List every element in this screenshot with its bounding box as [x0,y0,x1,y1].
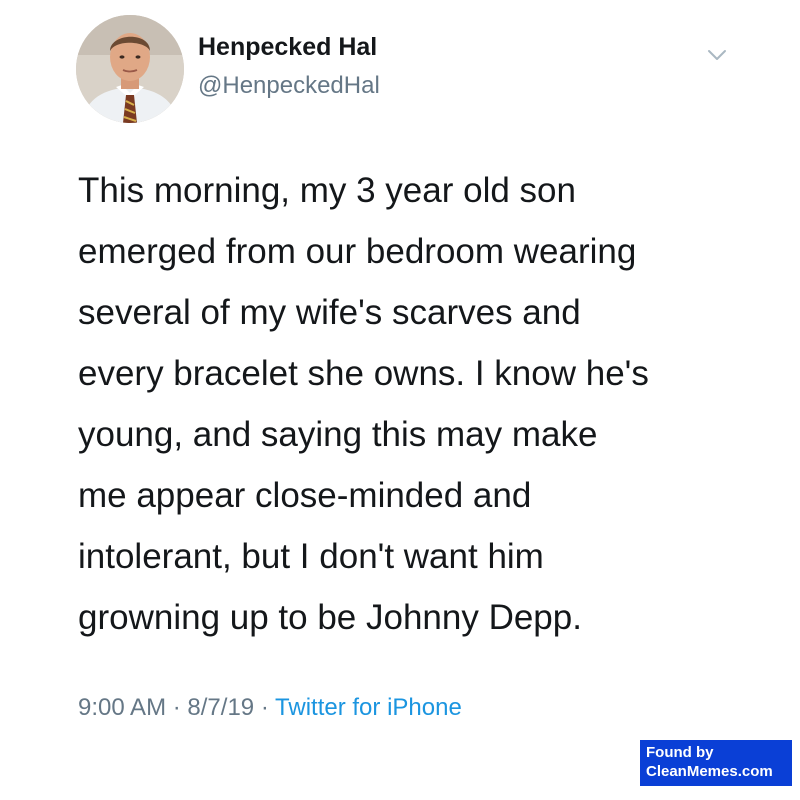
tweet-card: Henpecked Hal @HenpeckedHal This morning… [0,0,800,800]
watermark-line2: CleanMemes.com [646,763,773,780]
tweet-text-line: emerged from our bedroom wearing [78,232,637,271]
chevron-down-icon[interactable] [702,40,732,70]
meta-separator: · [172,694,181,721]
author-handle[interactable]: @HenpeckedHal [198,72,380,100]
tweet-text-line: young, and saying this may make [78,415,598,454]
meta-separator: · [260,694,269,721]
watermark-line1: Found by [646,744,714,761]
tweet-date[interactable]: 8/7/19 [187,694,254,721]
tweet-source-link[interactable]: Twitter for iPhone [275,694,462,721]
avatar-image [76,15,184,123]
tweet-text-line: This morning, my 3 year old son [78,171,576,210]
tweet-meta: 9:00 AM · 8/7/19 · Twitter for iPhone [78,694,462,722]
tweet-time[interactable]: 9:00 AM [78,694,166,721]
tweet-text-line: every bracelet she owns. I know he's [78,354,649,393]
tweet-text-line: several of my wife's scarves and [78,293,581,332]
tweet-text-line: growning up to be Johnny Depp. [78,598,582,637]
tweet-text-line: intolerant, but I don't want him [78,537,544,576]
tweet-text: This morning, my 3 year old son emerged … [78,160,768,648]
tweet-text-line: me appear close-minded and [78,476,532,515]
watermark-badge: Found by CleanMemes.com [640,740,792,786]
avatar[interactable] [76,15,184,123]
author-name[interactable]: Henpecked Hal [198,33,377,62]
